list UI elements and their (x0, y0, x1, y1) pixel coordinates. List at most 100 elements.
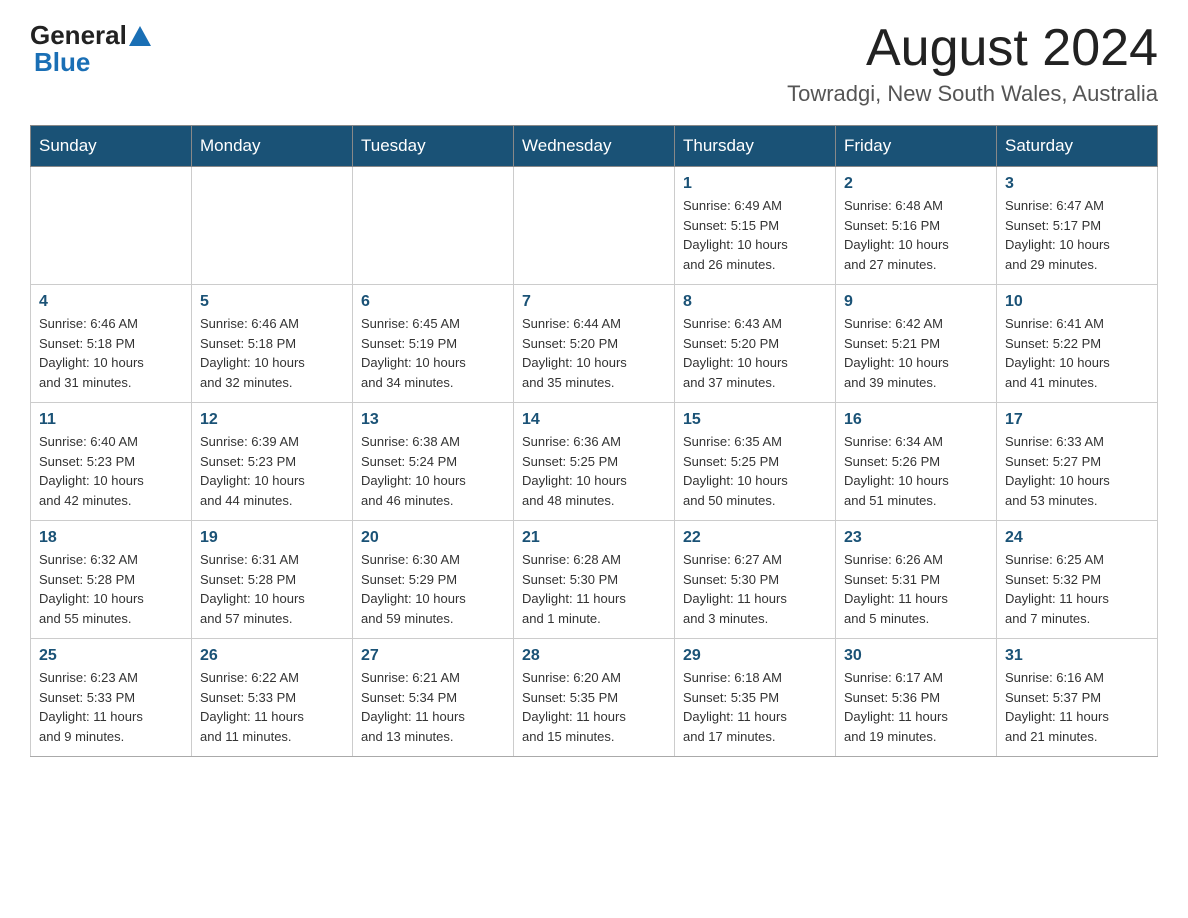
calendar-week-5: 25 Sunrise: 6:23 AM Sunset: 5:33 PM Dayli… (31, 639, 1158, 757)
calendar-cell (31, 167, 192, 285)
day-info: Sunrise: 6:48 AM Sunset: 5:16 PM Dayligh… (844, 196, 988, 274)
day-info: Sunrise: 6:40 AM Sunset: 5:23 PM Dayligh… (39, 432, 183, 510)
day-info: Sunrise: 6:30 AM Sunset: 5:29 PM Dayligh… (361, 550, 505, 628)
day-number: 10 (1005, 293, 1149, 311)
calendar-cell: 2 Sunrise: 6:48 AM Sunset: 5:16 PM Daylig… (836, 167, 997, 285)
header-day-friday: Friday (836, 126, 997, 167)
header-day-wednesday: Wednesday (514, 126, 675, 167)
calendar-cell: 5 Sunrise: 6:46 AM Sunset: 5:18 PM Daylig… (192, 285, 353, 403)
calendar-cell: 1Sunrise: 6:49 AM Sunset: 5:15 PM Daylig… (675, 167, 836, 285)
day-number: 26 (200, 647, 344, 665)
calendar-cell: 11 Sunrise: 6:40 AM Sunset: 5:23 PM Dayli… (31, 403, 192, 521)
header-row: SundayMondayTuesdayWednesdayThursdayFrid… (31, 126, 1158, 167)
day-number: 12 (200, 411, 344, 429)
day-number: 13 (361, 411, 505, 429)
logo: General Blue (30, 20, 151, 78)
day-number: 8 (683, 293, 827, 311)
day-info: Sunrise: 6:35 AM Sunset: 5:25 PM Dayligh… (683, 432, 827, 510)
day-number: 30 (844, 647, 988, 665)
day-info: Sunrise: 6:32 AM Sunset: 5:28 PM Dayligh… (39, 550, 183, 628)
calendar-cell: 18 Sunrise: 6:32 AM Sunset: 5:28 PM Dayli… (31, 521, 192, 639)
calendar-week-4: 18 Sunrise: 6:32 AM Sunset: 5:28 PM Dayli… (31, 521, 1158, 639)
day-number: 27 (361, 647, 505, 665)
calendar-cell: 3 Sunrise: 6:47 AM Sunset: 5:17 PM Daylig… (997, 167, 1158, 285)
calendar-cell: 20 Sunrise: 6:30 AM Sunset: 5:29 PM Dayli… (353, 521, 514, 639)
day-number: 2 (844, 175, 988, 193)
day-number: 29 (683, 647, 827, 665)
location-title: Towradgi, New South Wales, Australia (787, 81, 1158, 107)
day-info: Sunrise: 6:33 AM Sunset: 5:27 PM Dayligh… (1005, 432, 1149, 510)
calendar-cell (192, 167, 353, 285)
calendar-cell: 7 Sunrise: 6:44 AM Sunset: 5:20 PM Daylig… (514, 285, 675, 403)
day-info: Sunrise: 6:41 AM Sunset: 5:22 PM Dayligh… (1005, 314, 1149, 392)
day-info: Sunrise: 6:46 AM Sunset: 5:18 PM Dayligh… (39, 314, 183, 392)
day-info: Sunrise: 6:18 AM Sunset: 5:35 PM Dayligh… (683, 668, 827, 746)
page-header: General Blue August 2024 Towradgi, New S… (30, 20, 1158, 107)
day-info: Sunrise: 6:44 AM Sunset: 5:20 PM Dayligh… (522, 314, 666, 392)
day-info: Sunrise: 6:25 AM Sunset: 5:32 PM Dayligh… (1005, 550, 1149, 628)
day-number: 7 (522, 293, 666, 311)
header-day-saturday: Saturday (997, 126, 1158, 167)
day-number: 25 (39, 647, 183, 665)
header-day-thursday: Thursday (675, 126, 836, 167)
calendar-cell: 16 Sunrise: 6:34 AM Sunset: 5:26 PM Dayli… (836, 403, 997, 521)
day-info: Sunrise: 6:31 AM Sunset: 5:28 PM Dayligh… (200, 550, 344, 628)
day-number: 20 (361, 529, 505, 547)
day-info: Sunrise: 6:36 AM Sunset: 5:25 PM Dayligh… (522, 432, 666, 510)
calendar-cell: 10 Sunrise: 6:41 AM Sunset: 5:22 PM Dayli… (997, 285, 1158, 403)
calendar-cell: 31Sunrise: 6:16 AM Sunset: 5:37 PM Dayli… (997, 639, 1158, 757)
day-number: 5 (200, 293, 344, 311)
calendar-cell: 15 Sunrise: 6:35 AM Sunset: 5:25 PM Dayli… (675, 403, 836, 521)
day-number: 11 (39, 411, 183, 429)
calendar-cell: 25 Sunrise: 6:23 AM Sunset: 5:33 PM Dayli… (31, 639, 192, 757)
day-info: Sunrise: 6:45 AM Sunset: 5:19 PM Dayligh… (361, 314, 505, 392)
day-info: Sunrise: 6:46 AM Sunset: 5:18 PM Dayligh… (200, 314, 344, 392)
day-number: 6 (361, 293, 505, 311)
day-number: 19 (200, 529, 344, 547)
calendar-cell (353, 167, 514, 285)
month-title: August 2024 (787, 20, 1158, 77)
calendar-cell: 23Sunrise: 6:26 AM Sunset: 5:31 PM Dayli… (836, 521, 997, 639)
calendar-cell: 27Sunrise: 6:21 AM Sunset: 5:34 PM Dayli… (353, 639, 514, 757)
day-number: 16 (844, 411, 988, 429)
calendar-cell: 19 Sunrise: 6:31 AM Sunset: 5:28 PM Dayli… (192, 521, 353, 639)
day-number: 21 (522, 529, 666, 547)
day-number: 23 (844, 529, 988, 547)
title-block: August 2024 Towradgi, New South Wales, A… (787, 20, 1158, 107)
logo-blue-text: Blue (34, 47, 90, 78)
day-number: 15 (683, 411, 827, 429)
calendar-cell: 13Sunrise: 6:38 AM Sunset: 5:24 PM Dayli… (353, 403, 514, 521)
day-number: 4 (39, 293, 183, 311)
day-info: Sunrise: 6:42 AM Sunset: 5:21 PM Dayligh… (844, 314, 988, 392)
calendar-cell: 21 Sunrise: 6:28 AM Sunset: 5:30 PM Dayli… (514, 521, 675, 639)
calendar-cell: 28Sunrise: 6:20 AM Sunset: 5:35 PM Dayli… (514, 639, 675, 757)
day-info: Sunrise: 6:16 AM Sunset: 5:37 PM Dayligh… (1005, 668, 1149, 746)
day-number: 17 (1005, 411, 1149, 429)
logo-triangle-icon (129, 24, 151, 50)
day-number: 9 (844, 293, 988, 311)
calendar-cell: 24Sunrise: 6:25 AM Sunset: 5:32 PM Dayli… (997, 521, 1158, 639)
calendar-cell (514, 167, 675, 285)
day-info: Sunrise: 6:23 AM Sunset: 5:33 PM Dayligh… (39, 668, 183, 746)
day-info: Sunrise: 6:47 AM Sunset: 5:17 PM Dayligh… (1005, 196, 1149, 274)
calendar-cell: 26Sunrise: 6:22 AM Sunset: 5:33 PM Dayli… (192, 639, 353, 757)
day-info: Sunrise: 6:34 AM Sunset: 5:26 PM Dayligh… (844, 432, 988, 510)
day-info: Sunrise: 6:28 AM Sunset: 5:30 PM Dayligh… (522, 550, 666, 628)
day-number: 28 (522, 647, 666, 665)
calendar-cell: 12 Sunrise: 6:39 AM Sunset: 5:23 PM Dayli… (192, 403, 353, 521)
day-info: Sunrise: 6:39 AM Sunset: 5:23 PM Dayligh… (200, 432, 344, 510)
calendar-week-2: 4 Sunrise: 6:46 AM Sunset: 5:18 PM Daylig… (31, 285, 1158, 403)
calendar-cell: 8Sunrise: 6:43 AM Sunset: 5:20 PM Daylig… (675, 285, 836, 403)
day-number: 3 (1005, 175, 1149, 193)
header-day-monday: Monday (192, 126, 353, 167)
calendar-header: SundayMondayTuesdayWednesdayThursdayFrid… (31, 126, 1158, 167)
calendar-cell: 29 Sunrise: 6:18 AM Sunset: 5:35 PM Dayli… (675, 639, 836, 757)
calendar-cell: 4 Sunrise: 6:46 AM Sunset: 5:18 PM Daylig… (31, 285, 192, 403)
calendar-cell: 6 Sunrise: 6:45 AM Sunset: 5:19 PM Daylig… (353, 285, 514, 403)
calendar-cell: 30Sunrise: 6:17 AM Sunset: 5:36 PM Dayli… (836, 639, 997, 757)
day-number: 1 (683, 175, 827, 193)
day-number: 18 (39, 529, 183, 547)
calendar-cell: 9 Sunrise: 6:42 AM Sunset: 5:21 PM Daylig… (836, 285, 997, 403)
calendar-cell: 17 Sunrise: 6:33 AM Sunset: 5:27 PM Dayli… (997, 403, 1158, 521)
header-day-tuesday: Tuesday (353, 126, 514, 167)
